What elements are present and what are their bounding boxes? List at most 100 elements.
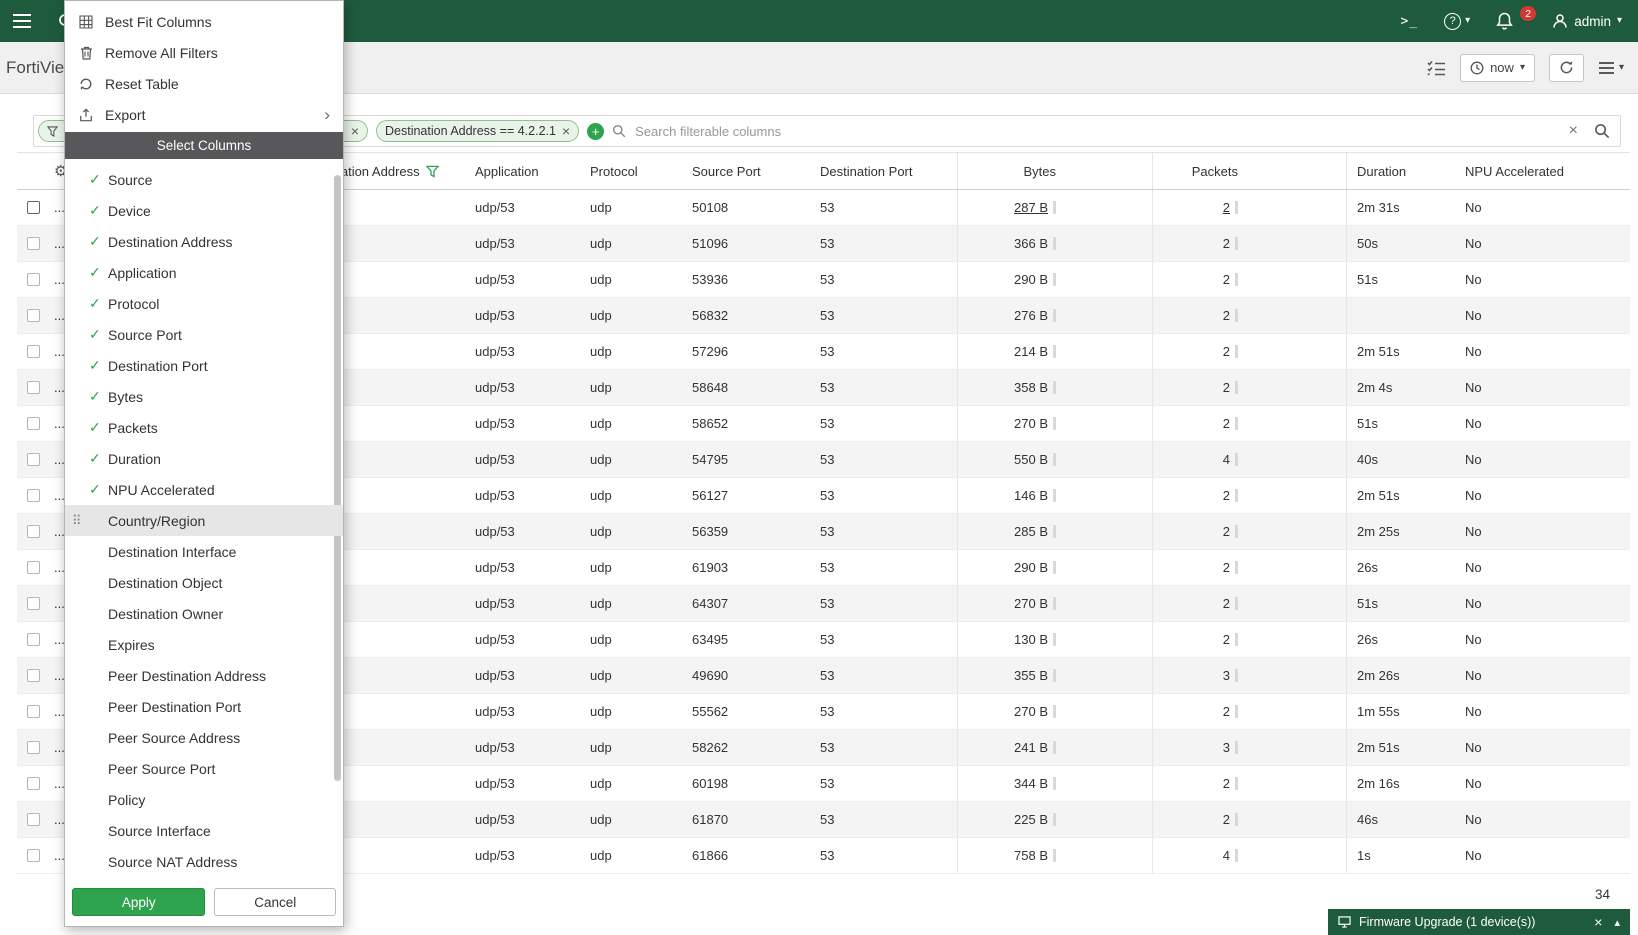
cell-packets[interactable]: 2	[1152, 370, 1346, 405]
header-packets[interactable]: Packets	[1152, 153, 1346, 189]
header-bytes[interactable]: Bytes	[957, 153, 1152, 189]
cell-packets[interactable]: 2	[1152, 190, 1346, 225]
column-option[interactable]: ⠿ ✓ Peer Destination Port	[65, 691, 343, 722]
cell-bytes[interactable]: 287 B	[957, 190, 1152, 225]
column-option[interactable]: ⠿ ✓ Peer Source Port	[65, 753, 343, 784]
column-filter-icon[interactable]	[426, 165, 439, 178]
firmware-upgrade-banner[interactable]: Firmware Upgrade (1 device(s)) × ▴	[1328, 909, 1630, 935]
menu-item-remove-all-filters[interactable]: Remove All Filters	[65, 37, 343, 68]
menu-item-best-fit-columns[interactable]: Best Fit Columns	[65, 6, 343, 37]
cell-packets[interactable]: 2	[1152, 766, 1346, 801]
menu-item-reset-table[interactable]: Reset Table	[65, 68, 343, 99]
column-option[interactable]: ⠿ ✓ Destination Address	[65, 226, 343, 257]
checklist-icon[interactable]	[1427, 60, 1446, 76]
row-checkbox[interactable]	[27, 309, 40, 322]
row-checkbox[interactable]	[27, 561, 40, 574]
cell-bytes[interactable]: 241 B	[957, 730, 1152, 765]
terminal-icon[interactable]: >_	[1400, 14, 1418, 29]
header-duration[interactable]: Duration	[1346, 153, 1453, 189]
cell-bytes[interactable]: 290 B	[957, 550, 1152, 585]
row-checkbox[interactable]	[27, 453, 40, 466]
column-option[interactable]: ⠿ ✓ Destination Interface	[65, 536, 343, 567]
header-protocol[interactable]: Protocol	[583, 153, 681, 189]
remove-filter-icon[interactable]: ×	[562, 124, 570, 138]
cell-bytes[interactable]: 550 B	[957, 442, 1152, 477]
row-checkbox[interactable]	[27, 525, 40, 538]
row-checkbox[interactable]	[27, 669, 40, 682]
cell-packets[interactable]: 3	[1152, 730, 1346, 765]
filter-chip-destination-address[interactable]: Destination Address == 4.2.2.1 ×	[376, 120, 579, 142]
cell-bytes[interactable]: 366 B	[957, 226, 1152, 261]
cell-packets[interactable]: 2	[1152, 298, 1346, 333]
header-destination-port[interactable]: Destination Port	[807, 153, 957, 189]
row-checkbox[interactable]	[27, 813, 40, 826]
column-option[interactable]: ⠿ ✓ Bytes	[65, 381, 343, 412]
cell-bytes[interactable]: 146 B	[957, 478, 1152, 513]
column-option[interactable]: ⠿ ✓ Destination Port	[65, 350, 343, 381]
cancel-button[interactable]: Cancel	[214, 888, 336, 916]
column-option[interactable]: ⠿ ✓ NPU Accelerated	[65, 474, 343, 505]
cell-bytes[interactable]: 358 B	[957, 370, 1152, 405]
cell-bytes[interactable]: 344 B	[957, 766, 1152, 801]
cell-packets[interactable]: 2	[1152, 334, 1346, 369]
collapse-icon[interactable]: ▴	[1614, 916, 1620, 929]
row-checkbox[interactable]	[27, 381, 40, 394]
cell-packets[interactable]: 4	[1152, 838, 1346, 873]
cell-packets[interactable]: 2	[1152, 694, 1346, 729]
notifications-button[interactable]: 2 ▾	[1496, 12, 1526, 30]
column-option[interactable]: ⠿ ✓ Protocol	[65, 288, 343, 319]
apply-button[interactable]: Apply	[72, 888, 205, 916]
cell-packets[interactable]: 2	[1152, 802, 1346, 837]
add-filter-button[interactable]: +	[587, 123, 604, 140]
cell-bytes[interactable]: 270 B	[957, 694, 1152, 729]
row-checkbox[interactable]	[27, 741, 40, 754]
row-checkbox[interactable]	[27, 237, 40, 250]
header-application[interactable]: Application	[465, 153, 583, 189]
refresh-button[interactable]	[1549, 54, 1584, 82]
column-option[interactable]: ⠿ ✓ Device	[65, 195, 343, 226]
row-checkbox[interactable]	[27, 597, 40, 610]
cell-bytes[interactable]: 270 B	[957, 406, 1152, 441]
column-option[interactable]: ⠿ ✓ Application	[65, 257, 343, 288]
cell-packets[interactable]: 2	[1152, 586, 1346, 621]
row-checkbox[interactable]	[27, 417, 40, 430]
time-range-dropdown[interactable]: now ▾	[1460, 54, 1535, 82]
column-option[interactable]: ⠿ ✓ Policy	[65, 784, 343, 815]
table-options-menu[interactable]: ▾	[1598, 61, 1624, 75]
column-option[interactable]: ⠿ ✓ Packets	[65, 412, 343, 443]
cell-packets[interactable]: 2	[1152, 262, 1346, 297]
cell-bytes[interactable]: 130 B	[957, 622, 1152, 657]
clear-filters-icon[interactable]: ×	[1569, 122, 1578, 140]
cell-bytes[interactable]: 225 B	[957, 802, 1152, 837]
cell-bytes[interactable]: 285 B	[957, 514, 1152, 549]
cell-packets[interactable]: 2	[1152, 550, 1346, 585]
user-menu[interactable]: admin ▾	[1552, 13, 1622, 29]
cell-packets[interactable]: 2	[1152, 226, 1346, 261]
cell-packets[interactable]: 3	[1152, 658, 1346, 693]
header-npu-accelerated[interactable]: NPU Accelerated	[1453, 153, 1630, 189]
row-checkbox[interactable]	[27, 705, 40, 718]
column-option[interactable]: ⠿ ✓ Source NAT Address	[65, 846, 343, 877]
remove-filter-icon[interactable]: ×	[351, 124, 359, 138]
column-option[interactable]: ⠿ ✓ Expires	[65, 629, 343, 660]
help-menu[interactable]: ? ▾	[1444, 13, 1470, 30]
cell-bytes[interactable]: 276 B	[957, 298, 1152, 333]
column-option[interactable]: ⠿ ✓ Country/Region	[65, 505, 343, 536]
close-icon[interactable]: ×	[1594, 914, 1602, 930]
column-option[interactable]: ⠿ ✓ Peer Source Address	[65, 722, 343, 753]
drag-handle-icon[interactable]: ⠿	[72, 513, 82, 529]
filter-search-input[interactable]	[633, 123, 1561, 140]
column-option[interactable]: ⠿ ✓ Source Interface	[65, 815, 343, 846]
column-option[interactable]: ⠿ ✓ Source Port	[65, 319, 343, 350]
cell-packets[interactable]: 2	[1152, 514, 1346, 549]
cell-bytes[interactable]: 355 B	[957, 658, 1152, 693]
row-checkbox[interactable]	[27, 201, 40, 214]
cell-packets[interactable]: 2	[1152, 622, 1346, 657]
cell-bytes[interactable]: 290 B	[957, 262, 1152, 297]
cell-bytes[interactable]: 758 B	[957, 838, 1152, 873]
row-checkbox[interactable]	[27, 633, 40, 646]
cell-packets[interactable]: 2	[1152, 406, 1346, 441]
column-option[interactable]: ⠿ ✓ Peer Destination Address	[65, 660, 343, 691]
cell-bytes[interactable]: 214 B	[957, 334, 1152, 369]
column-option[interactable]: ⠿ ✓ Duration	[65, 443, 343, 474]
